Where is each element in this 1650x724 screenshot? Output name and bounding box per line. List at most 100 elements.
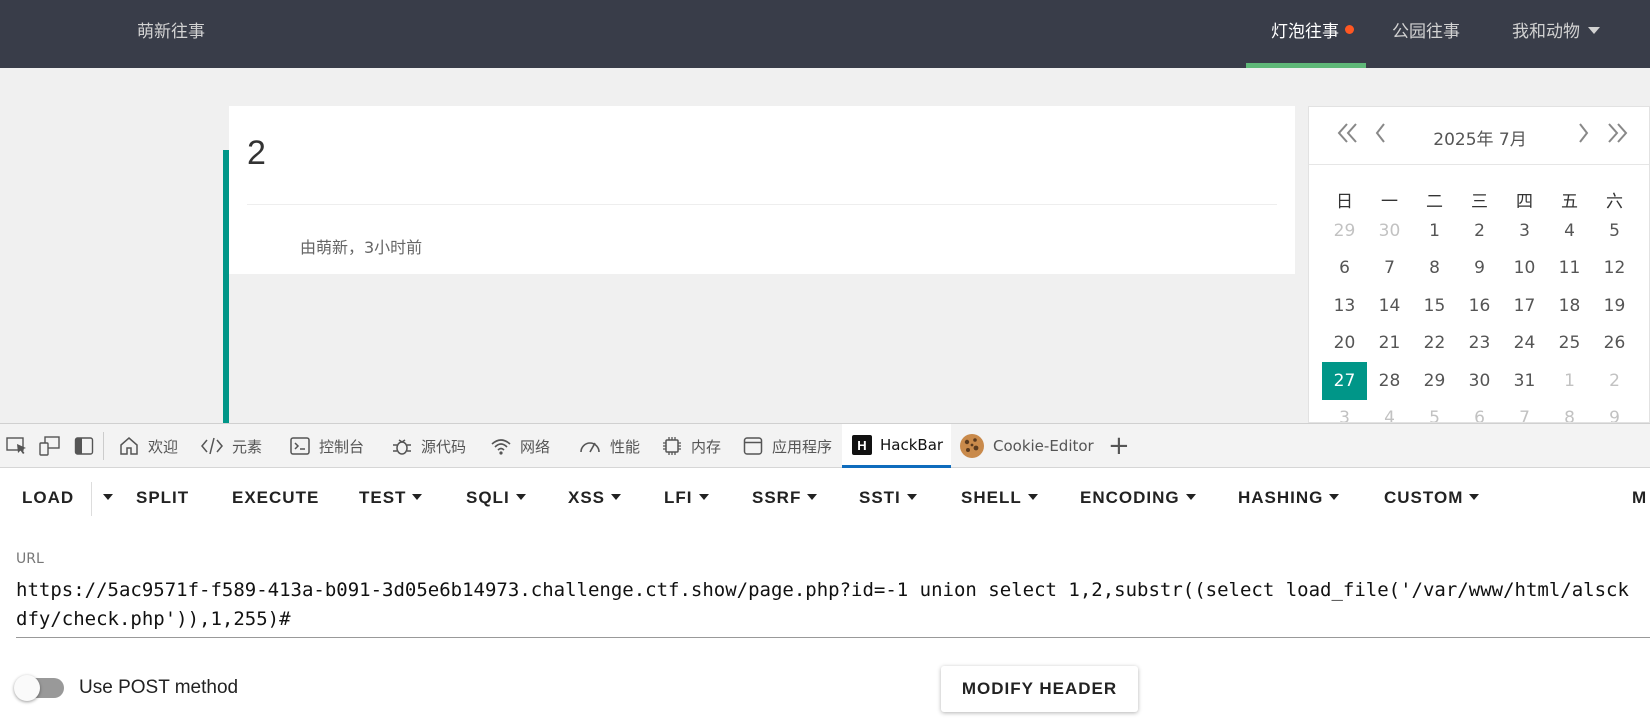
- calendar-day-today[interactable]: 27: [1322, 362, 1367, 400]
- calendar-day[interactable]: 3: [1322, 400, 1367, 422]
- next-year-icon[interactable]: [1604, 121, 1630, 151]
- hashing-menu-button[interactable]: HASHING: [1238, 488, 1340, 508]
- calendar-day[interactable]: 6: [1322, 250, 1367, 288]
- caret-down-icon: [1185, 494, 1196, 500]
- calendar-day[interactable]: 29: [1322, 212, 1367, 250]
- calendar-day[interactable]: 3: [1502, 212, 1547, 250]
- ssti-label: SSTI: [859, 488, 901, 507]
- calendar-day[interactable]: 14: [1367, 287, 1412, 325]
- nav-item-me-and-animals[interactable]: 我和动物: [1512, 17, 1600, 42]
- calendar-day[interactable]: 5: [1592, 212, 1637, 250]
- post-method-toggle[interactable]: [14, 675, 64, 701]
- inspect-element-icon[interactable]: [6, 436, 28, 460]
- calendar-title[interactable]: 2025年 7月: [1309, 125, 1649, 150]
- calendar-day[interactable]: 9: [1457, 250, 1502, 288]
- sidebar-toggle-icon[interactable]: [74, 436, 94, 460]
- more-button[interactable]: M: [1632, 488, 1647, 508]
- calendar-day[interactable]: 2: [1457, 212, 1502, 250]
- calendar-day[interactable]: 31: [1502, 362, 1547, 400]
- calendar-day[interactable]: 21: [1367, 325, 1412, 363]
- weekday: 六: [1606, 192, 1623, 212]
- calendar-day[interactable]: 5: [1412, 400, 1457, 422]
- load-button[interactable]: LOAD: [22, 488, 74, 508]
- tab-elements[interactable]: 元素: [200, 424, 262, 468]
- calendar-day[interactable]: 7: [1502, 400, 1547, 422]
- post-title[interactable]: 2: [247, 134, 266, 173]
- nav-item-park-stories[interactable]: 公园往事: [1392, 17, 1460, 42]
- device-emulation-icon[interactable]: [39, 436, 61, 460]
- toolbar-separator: [103, 432, 104, 460]
- tab-performance[interactable]: 性能: [578, 424, 640, 468]
- tab-hackbar[interactable]: H HackBar: [842, 424, 951, 468]
- calendar-day[interactable]: 23: [1457, 325, 1502, 363]
- xss-menu-button[interactable]: XSS: [568, 488, 622, 508]
- load-dropdown-button[interactable]: [97, 488, 113, 508]
- calendar-day[interactable]: 18: [1547, 287, 1592, 325]
- tab-application[interactable]: 应用程序: [742, 424, 832, 468]
- plus-icon: +: [1108, 431, 1130, 461]
- shell-menu-button[interactable]: SHELL: [961, 488, 1038, 508]
- lfi-menu-button[interactable]: LFI: [664, 488, 709, 508]
- tab-sources[interactable]: 源代码: [391, 424, 466, 468]
- calendar-day[interactable]: 20: [1322, 325, 1367, 363]
- calendar-day[interactable]: 26: [1592, 325, 1637, 363]
- weekday: 二: [1426, 192, 1443, 212]
- tab-label: 应用程序: [772, 437, 833, 456]
- calendar-day[interactable]: 8: [1412, 250, 1457, 288]
- tab-memory[interactable]: 内存: [661, 424, 721, 468]
- calendar-day[interactable]: 9: [1592, 400, 1637, 422]
- calendar-day[interactable]: 22: [1412, 325, 1457, 363]
- ssrf-menu-button[interactable]: SSRF: [752, 488, 818, 508]
- modify-header-button[interactable]: MODIFY HEADER: [941, 666, 1138, 712]
- calendar-day[interactable]: 6: [1457, 400, 1502, 422]
- tab-console[interactable]: 控制台: [289, 424, 364, 468]
- hackbar-icon: H: [852, 434, 872, 455]
- calendar-day[interactable]: 19: [1592, 287, 1637, 325]
- test-menu-button[interactable]: TEST: [359, 488, 423, 508]
- url-input[interactable]: https://5ac9571f-f589-413a-b091-3d05e6b1…: [16, 576, 1636, 634]
- calendar-day[interactable]: 30: [1367, 212, 1412, 250]
- next-month-icon[interactable]: [1575, 121, 1591, 151]
- calendar-day[interactable]: 11: [1547, 250, 1592, 288]
- calendar-day[interactable]: 10: [1502, 250, 1547, 288]
- caret-down-icon: [412, 494, 423, 500]
- calendar-day[interactable]: 16: [1457, 287, 1502, 325]
- tab-label: Cookie-Editor: [993, 437, 1094, 455]
- calendar-day[interactable]: 8: [1547, 400, 1592, 422]
- sqli-menu-button[interactable]: SQLI: [466, 488, 526, 508]
- encoding-menu-button[interactable]: ENCODING: [1080, 488, 1196, 508]
- caret-down-icon: [1329, 494, 1340, 500]
- tab-cookie-editor[interactable]: Cookie-Editor: [959, 424, 1094, 468]
- calendar-day[interactable]: 7: [1367, 250, 1412, 288]
- weekday: 五: [1561, 192, 1578, 212]
- calendar-day[interactable]: 4: [1547, 212, 1592, 250]
- nav-item-bulb-stories[interactable]: 灯泡往事: [1271, 17, 1354, 42]
- tab-label: 网络: [520, 437, 551, 456]
- post-card[interactable]: 2 由萌新，3小时前: [229, 106, 1295, 274]
- split-button[interactable]: SPLIT: [136, 488, 189, 508]
- calendar-day[interactable]: 4: [1367, 400, 1412, 422]
- calendar-day[interactable]: 29: [1412, 362, 1457, 400]
- hackbar-logo: H: [857, 438, 866, 453]
- console-icon: [289, 435, 311, 457]
- calendar-grid: 29 30 1 2 3 4 5 6 7 8 9 10 11 12 13 14 15 16 17 18 19 20 21 22 2…: [1322, 212, 1637, 422]
- tab-welcome[interactable]: 欢迎: [118, 424, 178, 468]
- calendar-day[interactable]: 30: [1457, 362, 1502, 400]
- calendar-day[interactable]: 12: [1592, 250, 1637, 288]
- tab-network[interactable]: 网络: [490, 424, 550, 468]
- hashing-label: HASHING: [1238, 488, 1324, 507]
- execute-button[interactable]: EXECUTE: [232, 488, 319, 508]
- calendar-day[interactable]: 25: [1547, 325, 1592, 363]
- calendar-day[interactable]: 13: [1322, 287, 1367, 325]
- calendar-day[interactable]: 17: [1502, 287, 1547, 325]
- calendar-day[interactable]: 1: [1412, 212, 1457, 250]
- ssti-menu-button[interactable]: SSTI: [859, 488, 917, 508]
- calendar-day[interactable]: 15: [1412, 287, 1457, 325]
- calendar-day[interactable]: 24: [1502, 325, 1547, 363]
- add-tab-button[interactable]: +: [1108, 424, 1130, 468]
- calendar-day[interactable]: 2: [1592, 362, 1637, 400]
- nav-brand[interactable]: 萌新往事: [137, 17, 205, 42]
- calendar-day[interactable]: 1: [1547, 362, 1592, 400]
- custom-menu-button[interactable]: CUSTOM: [1384, 488, 1480, 508]
- calendar-day[interactable]: 28: [1367, 362, 1412, 400]
